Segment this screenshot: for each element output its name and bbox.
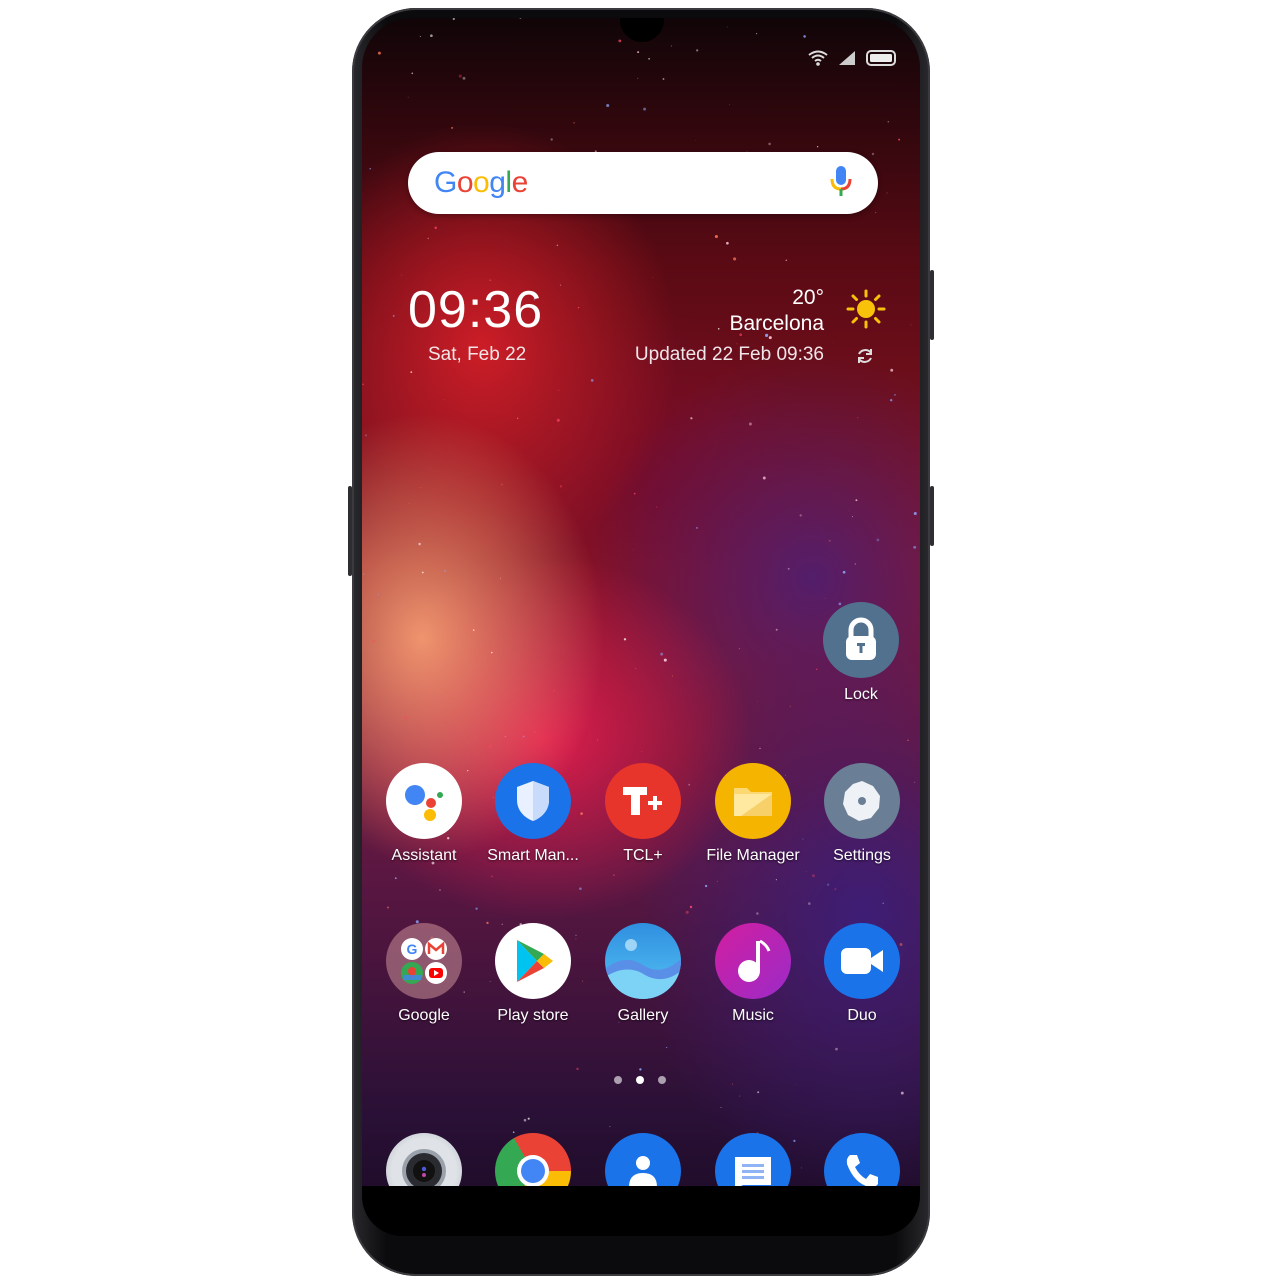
sun-icon <box>846 289 886 334</box>
status-bar <box>808 50 898 66</box>
gear-icon <box>824 763 900 839</box>
app-label: Assistant <box>391 847 457 864</box>
weather-temperature[interactable]: 20° <box>792 286 824 310</box>
google-logo-letter: g <box>489 166 506 199</box>
app-label: Music <box>732 1007 774 1024</box>
lock-icon <box>823 602 899 678</box>
google-logo-letter: e <box>511 166 529 199</box>
app-file-manager[interactable]: File Manager <box>698 763 808 865</box>
weather-updated: Updated 22 Feb 09:36 <box>634 344 824 365</box>
shield-icon <box>495 763 571 839</box>
page-dot[interactable] <box>614 1076 622 1084</box>
gallery-icon <box>605 923 681 999</box>
power-button <box>930 270 934 340</box>
app-label: File Manager <box>706 847 800 864</box>
page-dot[interactable] <box>636 1076 644 1084</box>
assistant-icon <box>386 763 462 839</box>
side-key <box>930 486 934 546</box>
app-label: TCL+ <box>623 847 663 864</box>
clock-date[interactable]: Sat, Feb 22 <box>428 344 526 366</box>
google-folder-icon: G <box>386 923 462 999</box>
app-assistant[interactable]: Assistant <box>369 763 479 865</box>
app-label: Duo <box>847 1007 877 1024</box>
play-store-icon <box>495 923 571 999</box>
music-note-icon <box>715 923 791 999</box>
refresh-icon[interactable] <box>855 346 875 371</box>
app-music[interactable]: Music <box>698 923 808 1025</box>
app-label: Settings <box>833 847 891 864</box>
app-google-folder[interactable]: G Google <box>369 923 479 1025</box>
wifi-icon <box>808 50 828 66</box>
home-screen: Google 09:36 Sat, Feb 22 20° Barcelona U… <box>362 18 920 1236</box>
mic-icon[interactable] <box>830 164 852 203</box>
battery-icon <box>866 50 898 66</box>
clock-time[interactable]: 09:36 <box>408 280 543 340</box>
video-camera-icon <box>824 923 900 999</box>
app-smart-manager[interactable]: Smart Man... <box>478 763 588 865</box>
app-lock[interactable]: Lock <box>806 602 916 704</box>
tcl-plus-icon <box>605 763 681 839</box>
navigation-bar <box>362 1186 920 1236</box>
app-label: Smart Man... <box>487 847 579 864</box>
app-label: Gallery <box>617 1007 669 1024</box>
google-logo-letter: G <box>434 166 457 199</box>
app-label: Google <box>398 1007 450 1024</box>
volume-button <box>348 486 352 576</box>
weather-city[interactable]: Barcelona <box>729 312 824 336</box>
signal-icon <box>838 50 856 66</box>
app-label: Play store <box>497 1007 569 1024</box>
app-tcl-plus[interactable]: TCL+ <box>588 763 698 865</box>
google-logo-letter: o <box>456 166 474 199</box>
google-search-bar[interactable]: Google <box>408 152 878 214</box>
google-logo: Google <box>434 166 528 200</box>
app-duo[interactable]: Duo <box>807 923 917 1025</box>
page-dot[interactable] <box>658 1076 666 1084</box>
folder-icon <box>715 763 791 839</box>
app-label: Lock <box>844 686 878 703</box>
page-indicator <box>614 1076 666 1084</box>
google-logo-letter: o <box>473 166 490 199</box>
svg-text:G: G <box>407 941 418 957</box>
app-play-store[interactable]: Play store <box>478 923 588 1025</box>
app-gallery[interactable]: Gallery <box>588 923 698 1025</box>
app-settings[interactable]: Settings <box>807 763 917 865</box>
